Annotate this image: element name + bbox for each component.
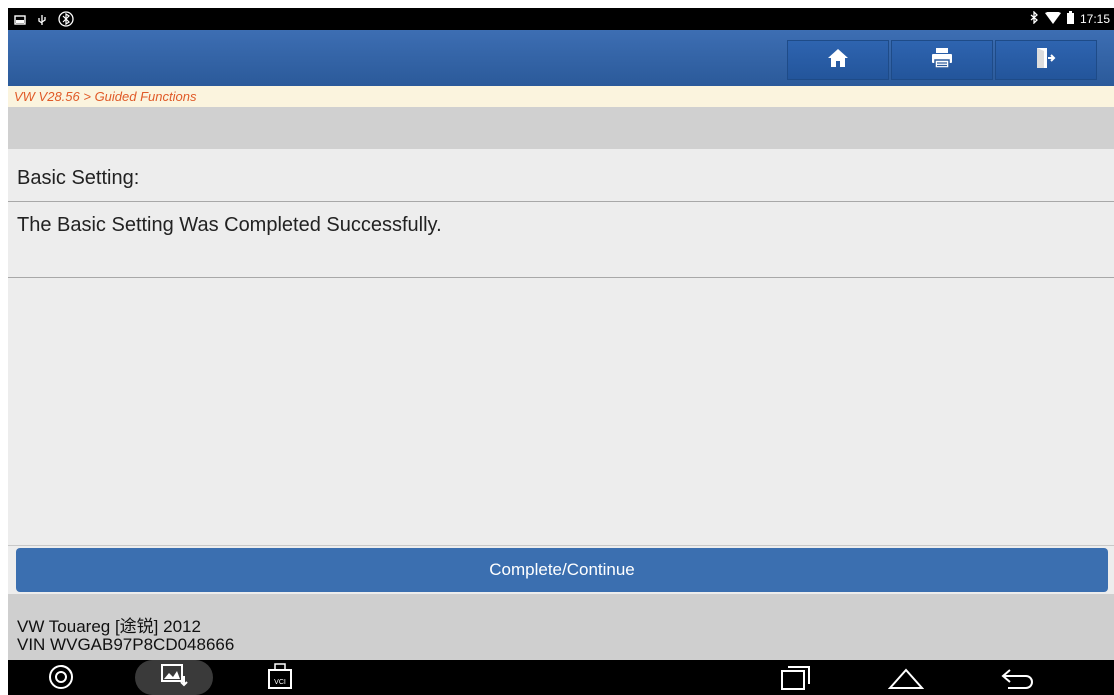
screenshot-icon: [14, 13, 26, 31]
gallery-icon: [159, 662, 189, 693]
bluetooth-icon: [1029, 10, 1039, 27]
clock: 17:15: [1079, 12, 1110, 26]
gallery-button[interactable]: [135, 660, 213, 695]
browser-icon[interactable]: [48, 664, 74, 690]
app-header: [8, 30, 1114, 86]
wifi-icon: [1044, 10, 1061, 27]
content-area: [8, 278, 1114, 546]
vci-icon[interactable]: VCI: [266, 662, 294, 690]
exit-button[interactable]: [995, 40, 1097, 80]
home-icon: [827, 48, 849, 73]
status-bar: 17:15: [8, 8, 1114, 30]
home-button[interactable]: [787, 40, 889, 80]
status-message: The Basic Setting Was Completed Successf…: [8, 202, 1114, 278]
print-button[interactable]: [891, 40, 993, 80]
app-frame: 17:15 VW V28.56 > Guided Functions Basic…: [8, 8, 1114, 695]
vci-bluetooth-icon: [58, 11, 74, 32]
navigation-bar: VCI: [8, 660, 1114, 695]
function-title: Basic Setting:: [8, 150, 1114, 202]
vci-label: VCI: [274, 679, 286, 686]
home-nav-icon[interactable]: [888, 666, 924, 690]
toolbar-band: [8, 107, 1114, 149]
battery-icon: [1066, 11, 1074, 27]
printer-icon: [931, 47, 953, 74]
vehicle-info: VW Touareg [途锐] 2012 VIN WVGAB97P8CD0486…: [8, 594, 1114, 660]
breadcrumb: VW V28.56 > Guided Functions: [8, 86, 1114, 107]
vehicle-vin: VIN WVGAB97P8CD048666: [17, 635, 235, 654]
exit-icon: [1035, 47, 1057, 74]
vehicle-model: VW Touareg [途锐] 2012: [17, 617, 201, 636]
back-icon[interactable]: [1000, 666, 1036, 690]
usb-icon: [36, 13, 48, 31]
recent-apps-icon[interactable]: [779, 664, 813, 692]
complete-continue-button[interactable]: Complete/Continue: [16, 548, 1108, 592]
